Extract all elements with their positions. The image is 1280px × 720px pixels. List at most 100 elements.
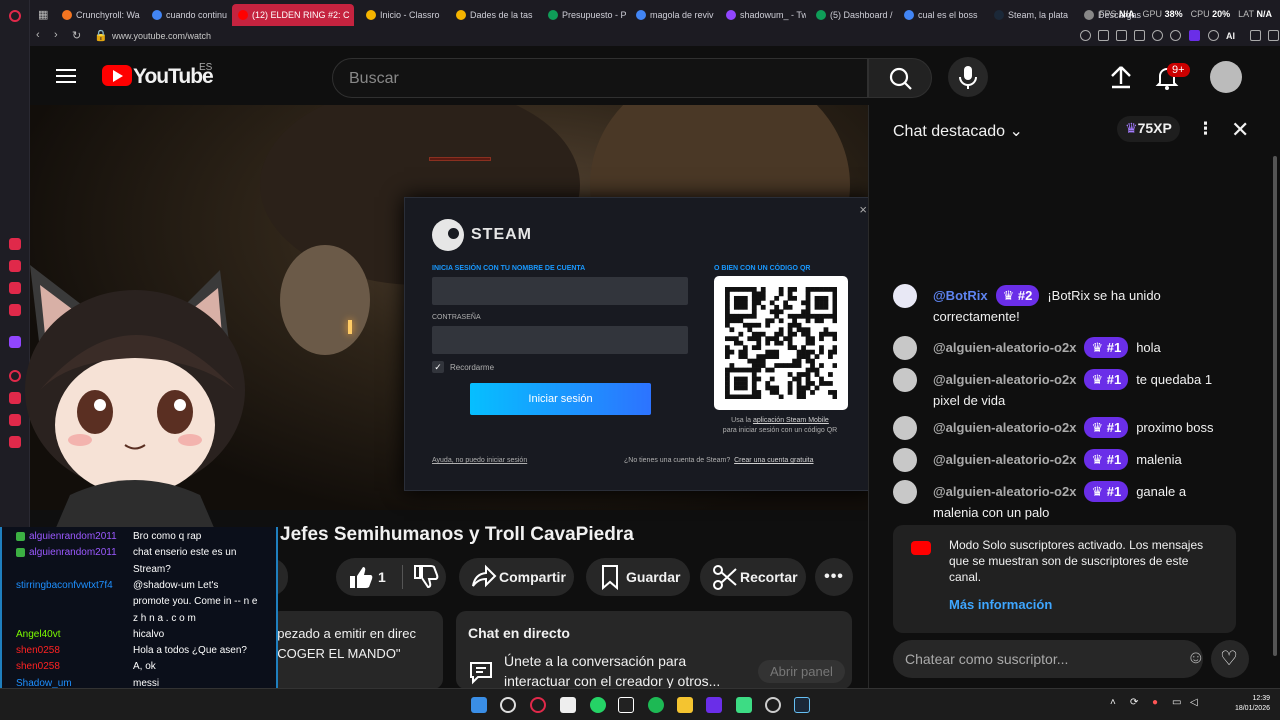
extension-icon[interactable] xyxy=(1116,30,1127,41)
chat-mode-selector[interactable]: Chat destacado ⌄ xyxy=(893,121,1023,141)
close-icon[interactable]: × xyxy=(859,202,867,217)
create-button[interactable] xyxy=(1106,62,1136,92)
wallet-icon[interactable] xyxy=(1208,30,1219,41)
obs-icon[interactable] xyxy=(765,697,781,713)
dislike-icon[interactable] xyxy=(409,558,439,596)
close-chat-icon[interactable]: ✕ xyxy=(1231,117,1249,143)
more-actions-button[interactable]: ••• xyxy=(815,558,853,596)
chat-message[interactable]: @alguien-aleatorio-o2x ♛ #1 hola xyxy=(893,336,1233,360)
qr-module xyxy=(819,295,824,301)
settings-icon[interactable] xyxy=(1268,30,1279,41)
scrollbar-thumb[interactable] xyxy=(1273,156,1277,656)
youtube-logo-icon[interactable] xyxy=(102,65,132,86)
author-name[interactable]: @alguien-aleatorio-o2x xyxy=(933,340,1076,355)
hamburger-menu-icon[interactable] xyxy=(56,69,76,83)
qr-module xyxy=(810,287,815,292)
create-account-link[interactable]: Crear una cuenta gratuita xyxy=(734,457,813,464)
mic-icon[interactable]: ● xyxy=(1152,697,1158,708)
open-panel-button[interactable]: Abrir panel xyxy=(758,660,845,683)
extension-icon[interactable] xyxy=(1134,30,1145,41)
pin-icon[interactable] xyxy=(1098,30,1109,41)
tab[interactable]: Inicio - Classro xyxy=(360,4,446,26)
steam-icon[interactable] xyxy=(794,697,810,713)
author-name[interactable]: @BotRix xyxy=(933,288,988,303)
capcut-icon[interactable] xyxy=(618,697,634,713)
zoom-icon[interactable] xyxy=(1080,30,1091,41)
folder-icon[interactable] xyxy=(677,697,693,713)
tray-chevron-icon[interactable]: ˄ xyxy=(1110,697,1116,708)
description-box[interactable]: npezado a emitir en direc I COGER EL MAN… xyxy=(270,611,443,689)
more-vert-icon[interactable]: ⋮ xyxy=(1197,119,1214,139)
opera-icon[interactable] xyxy=(530,697,546,713)
avatar[interactable] xyxy=(893,480,917,504)
avatar[interactable] xyxy=(893,336,917,360)
heart-button[interactable]: ♡ xyxy=(1211,640,1249,678)
chat-message[interactable]: @alguien-aleatorio-o2x ♛ #1 te quedaba 1 p… xyxy=(893,368,1233,411)
url-text[interactable]: www.youtube.com/watch xyxy=(112,31,211,41)
back-icon[interactable]: ‹ xyxy=(36,29,40,41)
help-link[interactable]: Ayuda, no puedo iniciar sesión xyxy=(432,457,527,464)
profile-icon[interactable] xyxy=(1189,30,1200,41)
xp-badge[interactable]: ♛75XP xyxy=(1117,116,1180,142)
chat-message[interactable]: @alguien-aleatorio-o2x ♛ #1 ganale a malen… xyxy=(893,480,1233,523)
author-name[interactable]: @alguien-aleatorio-o2x xyxy=(933,484,1076,499)
clip-button[interactable]: Recortar xyxy=(700,558,806,596)
tab[interactable]: Presupuesto - P xyxy=(542,4,628,26)
menu-icon[interactable] xyxy=(1250,30,1261,41)
tab[interactable]: shadowum_ - Tw xyxy=(720,4,806,26)
tab[interactable]: (12) ELDEN RING #2: C xyxy=(232,4,354,26)
app-icon[interactable] xyxy=(736,697,752,713)
qr-module xyxy=(751,295,757,301)
tray-icon[interactable]: ⟳ xyxy=(1130,697,1138,708)
voice-search-button[interactable] xyxy=(948,57,988,97)
network-icon[interactable]: ▭ xyxy=(1172,697,1181,708)
tab[interactable]: cual es el boss xyxy=(898,4,984,26)
tab[interactable]: cuando continu xyxy=(146,4,232,26)
forward-icon[interactable]: › xyxy=(54,29,58,41)
like-icon[interactable] xyxy=(344,558,374,596)
search-button[interactable] xyxy=(868,58,932,98)
ai-label[interactable]: AI xyxy=(1226,31,1235,41)
avatar[interactable] xyxy=(893,416,917,440)
author-name[interactable]: @alguien-aleatorio-o2x xyxy=(933,452,1076,467)
app-icon[interactable] xyxy=(560,697,576,713)
author-name[interactable]: @alguien-aleatorio-o2x xyxy=(933,372,1076,387)
play-icon[interactable] xyxy=(1152,30,1163,41)
chat-input[interactable]: Chatear como suscriptor... ☺ xyxy=(893,640,1205,678)
share-button[interactable]: Compartir xyxy=(459,558,574,596)
tab[interactable]: Dades de la tas xyxy=(450,4,536,26)
avatar[interactable] xyxy=(893,284,917,308)
remember-checkbox[interactable]: ✓ xyxy=(432,361,444,373)
page-scrollbar[interactable] xyxy=(1270,46,1280,688)
account-name-field[interactable] xyxy=(432,277,688,305)
avatar[interactable] xyxy=(893,448,917,472)
steam-mobile-link[interactable]: aplicación Steam Mobile xyxy=(753,417,829,424)
tab[interactable]: Steam, la plata xyxy=(988,4,1074,26)
whatsapp-icon[interactable] xyxy=(590,697,606,713)
save-button[interactable]: Guardar xyxy=(586,558,690,596)
more-info-link[interactable]: Más información xyxy=(949,597,1052,612)
start-icon[interactable] xyxy=(471,697,487,713)
chat-message[interactable]: @BotRix ♛ #2 ¡BotRix se ha unido correctam… xyxy=(893,284,1233,327)
chat-message[interactable]: @alguien-aleatorio-o2x ♛ #1 proximo boss xyxy=(893,416,1233,440)
password-field[interactable] xyxy=(432,326,688,354)
author-name[interactable]: @alguien-aleatorio-o2x xyxy=(933,420,1076,435)
volume-icon[interactable]: ◁ xyxy=(1190,697,1198,708)
avatar[interactable] xyxy=(893,368,917,392)
opera-icon[interactable] xyxy=(9,10,21,22)
search-icon[interactable] xyxy=(500,697,516,713)
heart-icon[interactable] xyxy=(1170,30,1181,41)
emoji-icon[interactable]: ☺ xyxy=(1187,647,1205,668)
grid-icon[interactable]: ▦ xyxy=(38,8,48,21)
app-icon[interactable] xyxy=(706,697,722,713)
clock[interactable]: 12:39 18/01/2026 xyxy=(1235,694,1270,714)
spotify-icon[interactable] xyxy=(648,697,664,713)
sign-in-button[interactable]: Iniciar sesión xyxy=(470,383,651,415)
chat-message[interactable]: @alguien-aleatorio-o2x ♛ #1 malenia xyxy=(893,448,1233,472)
tab[interactable]: Crunchyroll: Wa xyxy=(56,4,142,26)
tab[interactable]: magola de reviv xyxy=(630,4,716,26)
search-input[interactable]: Buscar xyxy=(332,58,868,98)
tab[interactable]: (5) Dashboard / xyxy=(810,4,896,26)
reload-icon[interactable]: ↻ xyxy=(72,29,81,42)
account-avatar[interactable] xyxy=(1210,61,1242,93)
